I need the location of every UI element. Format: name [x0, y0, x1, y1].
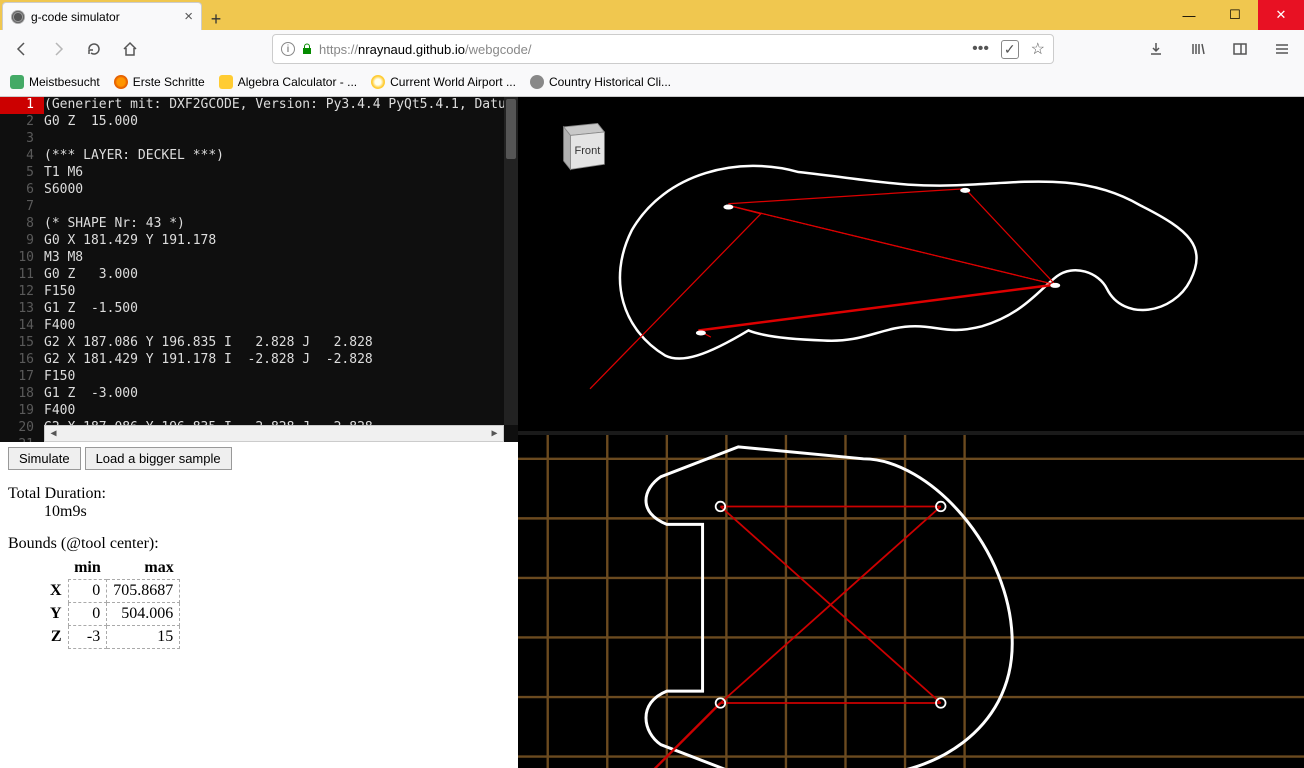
- sun-icon: [371, 75, 385, 89]
- load-sample-button[interactable]: Load a bigger sample: [85, 447, 232, 470]
- 3d-view-bottom[interactable]: [518, 435, 1304, 768]
- url-path: /webgcode/: [465, 42, 532, 57]
- duration-value: 10m9s: [44, 503, 510, 521]
- url-host: nraynaud.github.io: [358, 42, 465, 57]
- reader-mode-icon[interactable]: ✓: [1001, 40, 1019, 59]
- reload-button[interactable]: [80, 35, 108, 63]
- editor-hscroll[interactable]: ◀▶: [44, 425, 504, 442]
- bookmark-icon: [219, 75, 233, 89]
- 3d-view-top[interactable]: Front: [518, 97, 1304, 435]
- bookmark-item[interactable]: Erste Schritte: [114, 75, 205, 89]
- maximize-button[interactable]: ☐: [1212, 0, 1258, 30]
- url-bar[interactable]: i https://nraynaud.github.io/webgcode/ •…: [272, 34, 1054, 64]
- bookmark-item[interactable]: Algebra Calculator - ...: [219, 75, 357, 89]
- browser-tab[interactable]: g-code simulator ×: [2, 2, 202, 30]
- close-tab-icon[interactable]: ×: [184, 8, 193, 25]
- info-icon[interactable]: i: [281, 42, 295, 56]
- window-close-button[interactable]: ✕: [1258, 0, 1304, 30]
- url-protocol: https://: [319, 42, 358, 57]
- bookmark-item[interactable]: Meistbesucht: [10, 75, 100, 89]
- firefox-icon: [114, 75, 128, 89]
- sidebar-icon[interactable]: [1226, 35, 1254, 63]
- bookmark-icon: [10, 75, 24, 89]
- downloads-icon[interactable]: [1142, 35, 1170, 63]
- forward-button[interactable]: [44, 35, 72, 63]
- bookmark-star-icon[interactable]: ☆: [1031, 39, 1045, 59]
- bounds-table: minmax X0705.8687 Y0504.006 Z-315: [44, 557, 180, 649]
- library-icon[interactable]: [1184, 35, 1212, 63]
- svg-text:Front: Front: [575, 145, 601, 157]
- back-button[interactable]: [8, 35, 36, 63]
- bookmark-item[interactable]: Country Historical Cli...: [530, 75, 671, 89]
- home-button[interactable]: [116, 35, 144, 63]
- bookmark-item[interactable]: Current World Airport ...: [371, 75, 516, 89]
- code-editor[interactable]: 1(Generiert mit: DXF2GCODE, Version: Py3…: [0, 97, 518, 442]
- minimize-button[interactable]: —: [1166, 0, 1212, 30]
- duration-label: Total Duration:: [8, 485, 510, 503]
- editor-vscroll[interactable]: [504, 97, 518, 425]
- view-cube[interactable]: Front: [548, 115, 620, 183]
- bookmarks-bar: Meistbesucht Erste Schritte Algebra Calc…: [0, 68, 1304, 97]
- lock-icon: [301, 43, 313, 55]
- menu-icon[interactable]: [1268, 35, 1296, 63]
- globe-icon: [530, 75, 544, 89]
- new-tab-button[interactable]: +: [202, 9, 230, 30]
- tab-title: g-code simulator: [31, 10, 120, 24]
- page-action-icon[interactable]: •••: [972, 40, 989, 58]
- bounds-label: Bounds (@tool center):: [8, 535, 510, 553]
- favicon: [11, 10, 25, 24]
- simulate-button[interactable]: Simulate: [8, 447, 81, 470]
